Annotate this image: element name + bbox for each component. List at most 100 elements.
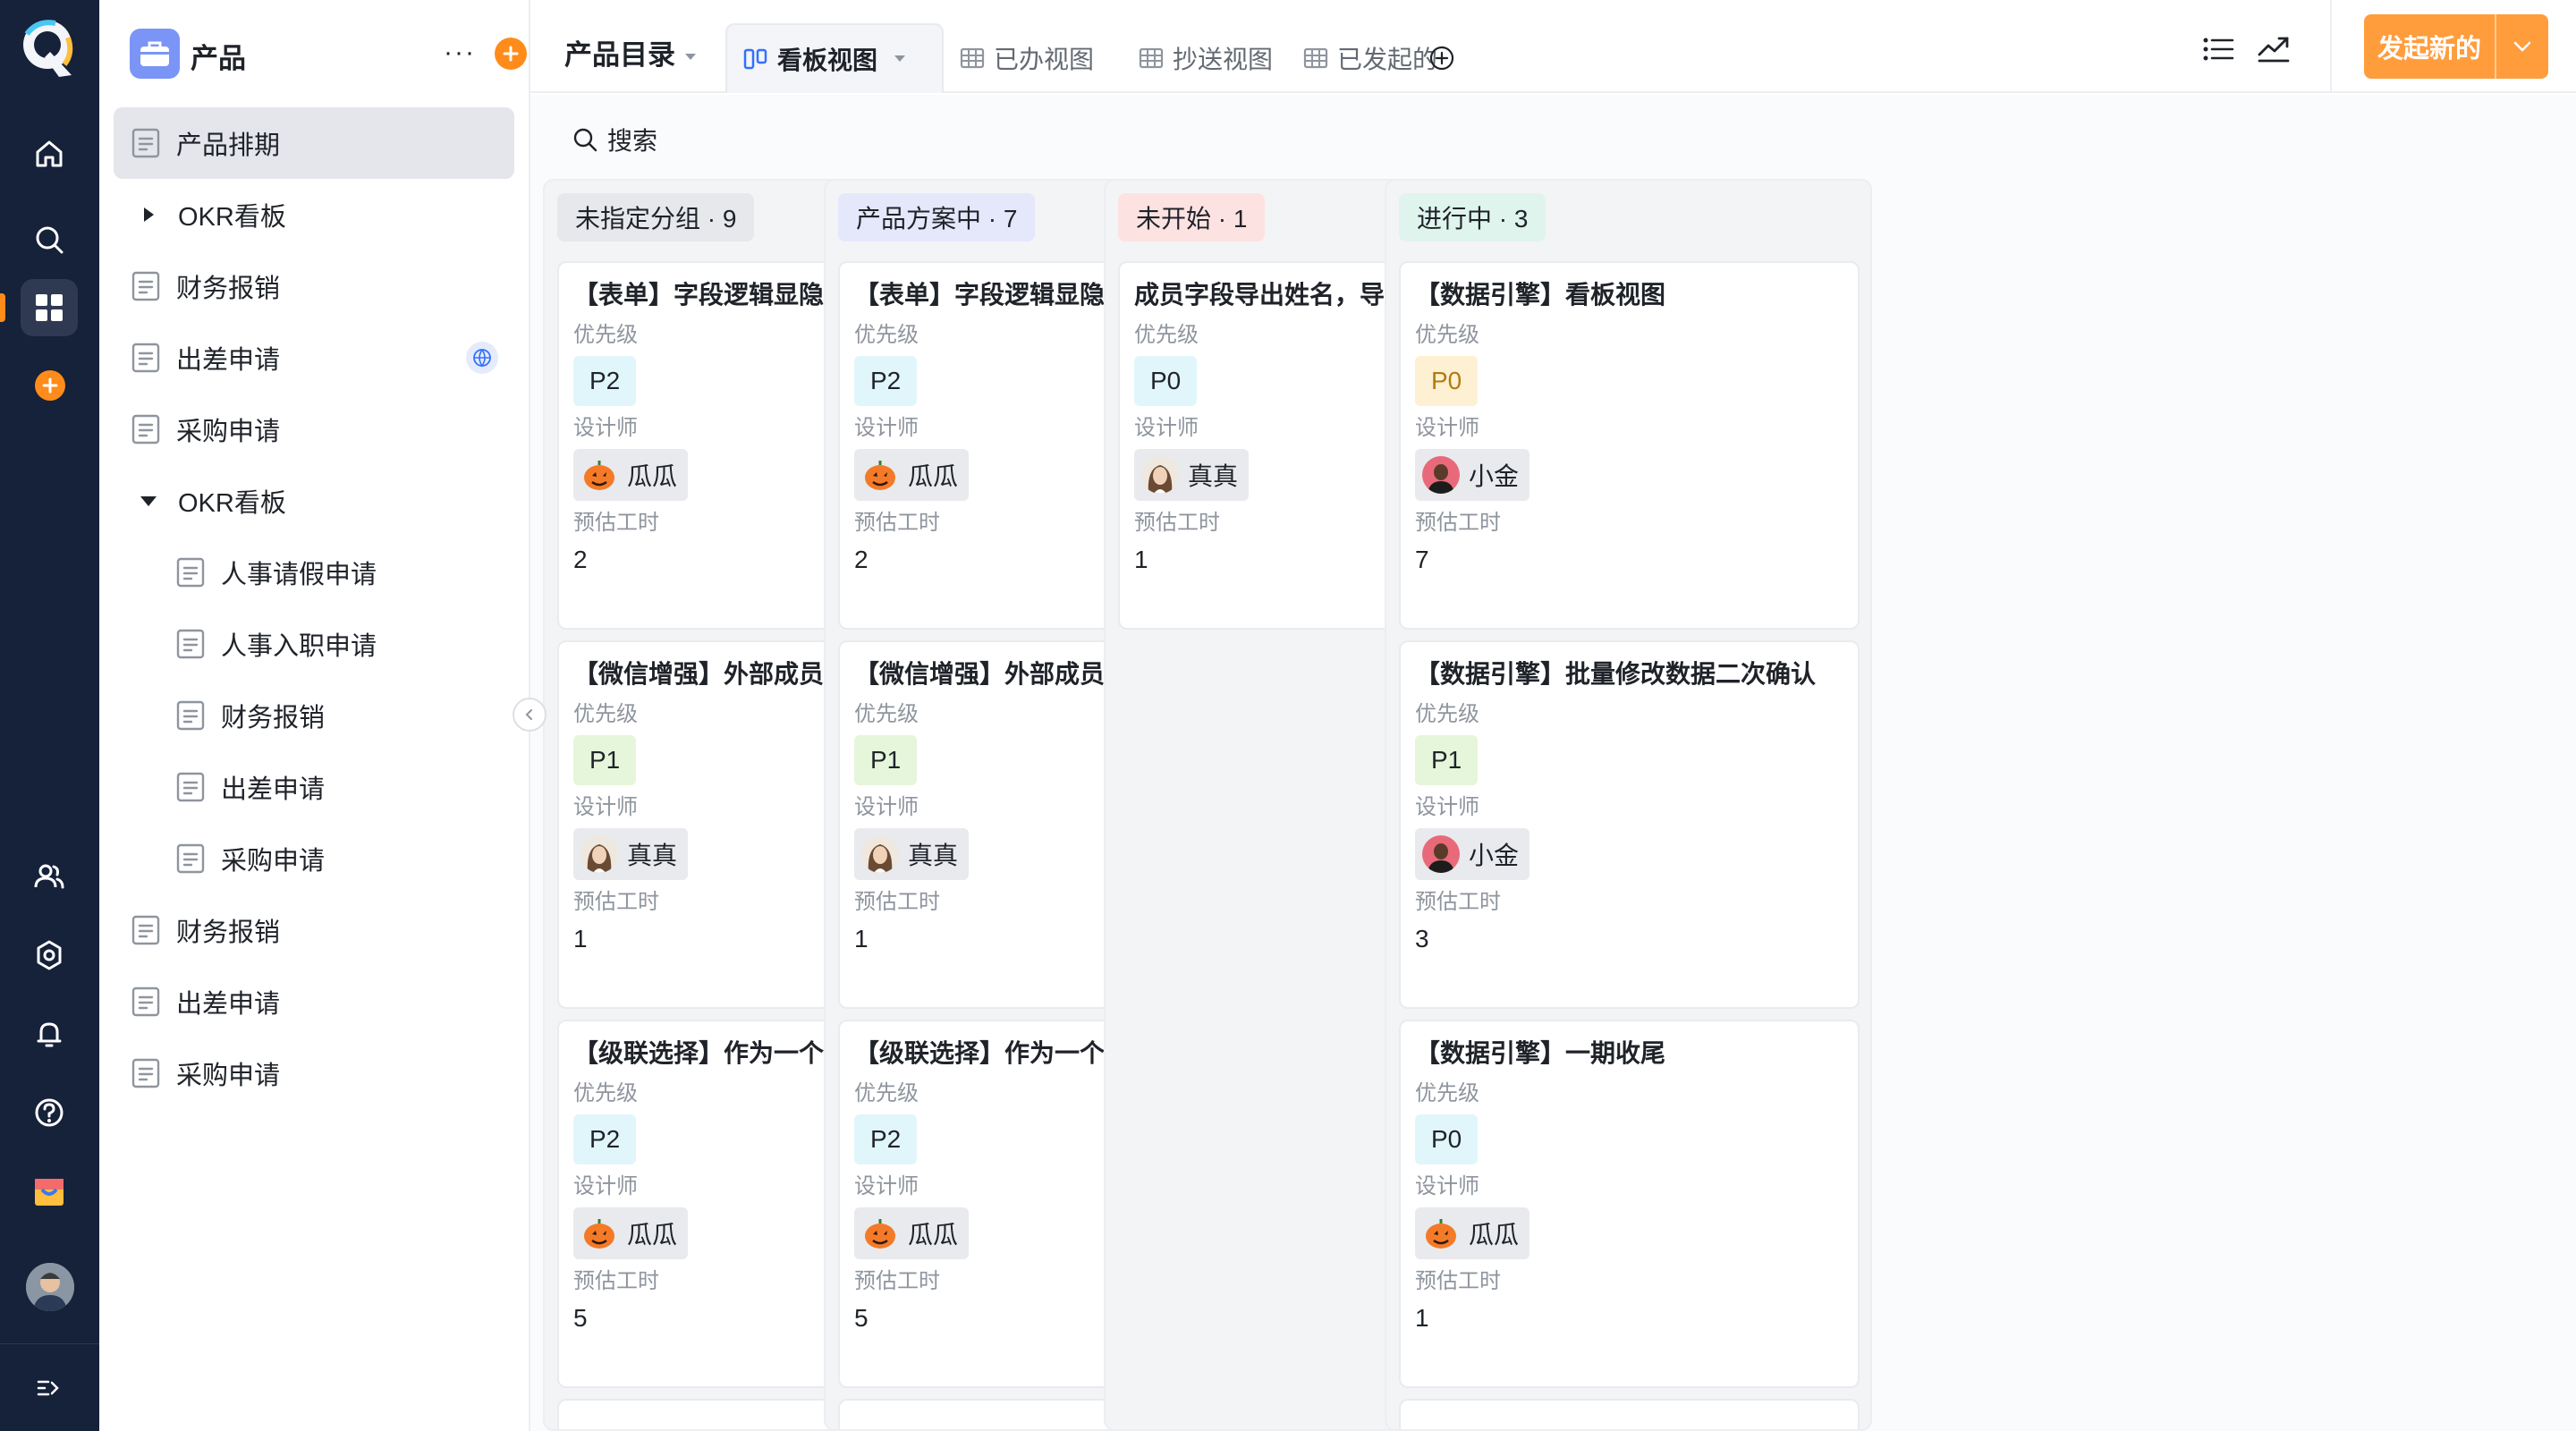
app-logo-icon[interactable] [20,16,79,80]
sidebar-header: 产品 ··· [115,29,527,79]
avatar [580,835,618,873]
hours-label: 预估工时 [1415,890,1501,914]
sidebar-item[interactable]: 采购申请 [114,1037,514,1109]
list-icon[interactable] [2196,27,2241,72]
column-header[interactable]: 未开始 · 1 [1118,193,1266,241]
app-rail [0,0,99,1431]
priority-tag: P0 [1415,1114,1479,1164]
sidebar-item-label: 出差申请 [221,775,326,804]
priority-label: 优先级 [1415,702,1479,726]
kanban-card[interactable]: 【数据引擎】批量修改数据二次确认 优先级 P1 设计师 小金 预估工时 3 [1399,640,1860,1009]
kanban-icon [743,47,768,71]
designer-chip[interactable]: 瓜瓜 [573,1207,689,1259]
column-header[interactable]: 进行中 · 3 [1399,193,1546,241]
collapse-sidebar-button[interactable] [513,698,547,732]
document-icon [131,271,160,301]
document-icon [131,343,160,373]
kanban-card[interactable]: 【数据引擎】一期收尾 优先级 P0 设计师 瓜瓜 预估工时 1 [1399,1020,1860,1388]
sidebar-item[interactable]: 产品排期 [114,107,514,179]
designer-chip[interactable]: 瓜瓜 [854,1207,970,1259]
kanban-column: 进行中 · 3 【数据引擎】看板视图 优先级 P0 设计师 小金 预估工时 7 【数据引擎】批量… [1385,179,1872,1431]
sidebar-item[interactable]: 人事请假申请 [114,537,514,608]
add-icon[interactable] [35,370,65,401]
sidebar-item[interactable]: OKR看板 [114,465,514,537]
designer-name: 小金 [1469,462,1520,490]
designer-chip[interactable]: 真真 [854,828,970,880]
avatar [1422,1215,1460,1252]
sidebar-item[interactable]: 财务报销 [114,250,514,322]
sidebar-item[interactable]: OKR看板 [114,179,514,250]
sidebar-item[interactable]: 出差申请 [114,322,514,394]
sidebar-item-label: 出差申请 [176,346,281,375]
contacts-icon[interactable] [21,848,78,905]
toolbar-divider [2330,0,2332,93]
bell-icon[interactable] [21,1005,78,1063]
designer-chip[interactable]: 真真 [573,828,689,880]
sidebar-item-label: 财务报销 [176,919,281,947]
designer-name: 瓜瓜 [1469,1221,1520,1249]
sidebar-item[interactable]: 财务报销 [114,680,514,751]
tab-cc-view[interactable]: 抄送视图 [1123,23,1289,93]
apps-icon[interactable] [21,279,78,336]
designer-wrap: 小金 [1415,821,1843,880]
column-header[interactable]: 产品方案中 · 7 [838,193,1036,241]
kanban-card[interactable]: 【数据引擎】看板视图 优先级 P0 设计师 小金 预估工时 7 [1399,261,1860,630]
kanban-card[interactable] [1399,1399,1860,1429]
priority-label: 优先级 [1415,323,1479,347]
launch-new-button[interactable]: 发起新的 [2364,14,2548,79]
kanban-board: 搜索 未指定分组 · 9 【表单】字段逻辑显隐 优先级 P2 设计师 瓜瓜 预估工时 2 【微信… [530,95,2576,1431]
tab-kanban[interactable]: 看板视图 [725,23,944,93]
column-header[interactable]: 未指定分组 · 9 [557,193,755,241]
expand-icon[interactable] [21,1359,78,1417]
card-title: 【数据引擎】批量修改数据二次确认 [1415,660,1817,688]
settings-icon[interactable] [21,927,78,984]
active-indicator [0,293,5,322]
designer-name: 瓜瓜 [627,462,678,490]
caret-right-icon[interactable] [135,207,162,223]
priority-tag: P2 [573,356,637,406]
more-icon[interactable]: ··· [437,30,482,75]
table-icon [960,47,985,70]
priority-tag: P1 [1415,735,1479,785]
designer-chip[interactable]: 瓜瓜 [854,449,970,501]
hours-value: 3 [1415,925,1429,953]
trend-icon[interactable] [2251,27,2296,72]
search-icon[interactable] [21,211,78,268]
priority-tag: P2 [854,356,918,406]
help-icon[interactable] [21,1084,78,1141]
tab-done-view[interactable]: 已办视图 [944,23,1110,93]
designer-chip[interactable]: 小金 [1415,828,1530,880]
avatar [1141,456,1179,494]
gift-icon[interactable] [21,1163,78,1220]
hours-label: 预估工时 [1415,511,1501,535]
sidebar-item[interactable]: 采购申请 [114,394,514,465]
chevron-down-icon[interactable] [2495,14,2548,79]
avatar[interactable] [26,1263,74,1311]
search-button[interactable]: 搜索 [572,118,657,161]
add-view-icon[interactable] [1427,43,1457,73]
designer-chip[interactable]: 小金 [1415,449,1530,501]
designer-name: 真真 [627,842,678,869]
sidebar-item-label: 人事入职申请 [221,632,377,661]
document-icon [131,1058,160,1088]
directory-dropdown[interactable]: 产品目录 [564,32,697,72]
sidebar: 产品 ··· 产品排期 OKR看板 财务报销 出差申请 采购申请 OKR看板 人事请假申请人… [99,0,530,1431]
add-item-button[interactable] [495,38,527,70]
designer-chip[interactable]: 瓜瓜 [1415,1207,1530,1259]
sidebar-item-label: 财务报销 [221,704,326,732]
priority-wrap: P1 [1415,728,1843,785]
home-icon[interactable] [21,125,78,182]
caret-down-icon[interactable] [135,495,162,507]
designer-chip[interactable]: 真真 [1134,449,1250,501]
sidebar-item[interactable]: 出差申请 [114,751,514,823]
sidebar-item[interactable]: 财务报销 [114,894,514,966]
globe-icon[interactable] [466,342,498,374]
designer-name: 小金 [1469,842,1520,869]
priority-tag: P1 [854,735,918,785]
sidebar-item-label: 采购申请 [176,1062,281,1090]
launch-label: 发起新的 [2377,35,2481,64]
sidebar-item[interactable]: 出差申请 [114,966,514,1037]
sidebar-item[interactable]: 人事入职申请 [114,608,514,680]
sidebar-item[interactable]: 采购申请 [114,823,514,894]
designer-chip[interactable]: 瓜瓜 [573,449,689,501]
